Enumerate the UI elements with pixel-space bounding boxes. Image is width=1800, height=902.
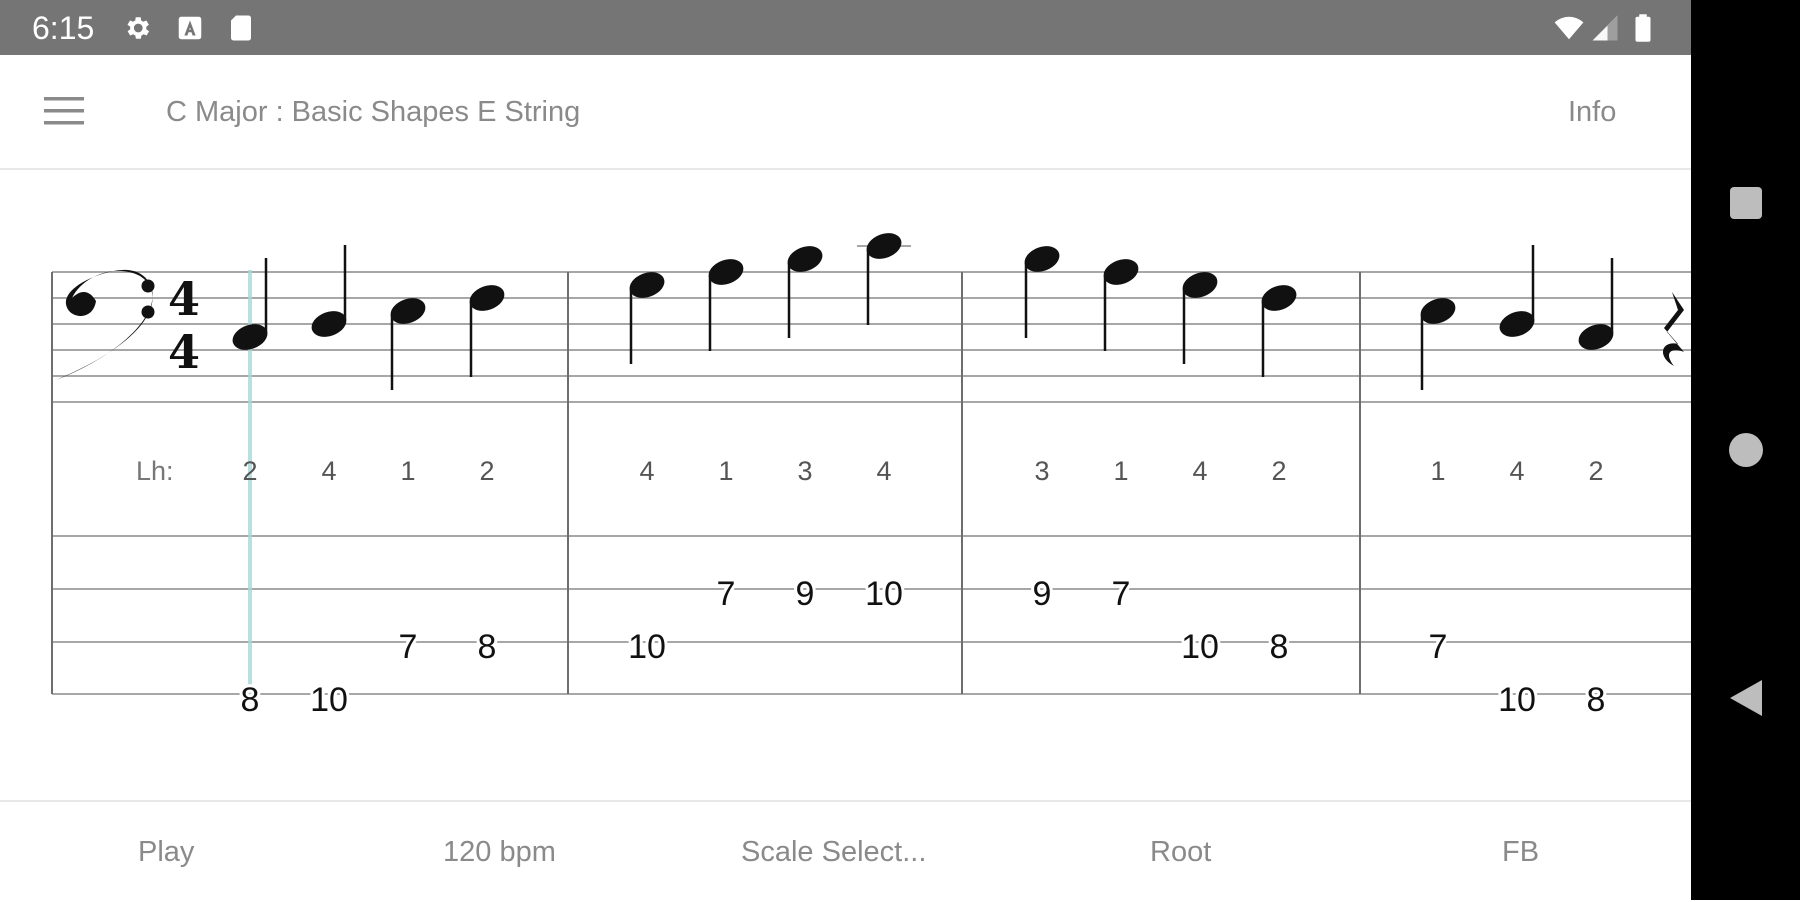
home-button[interactable]: [1728, 432, 1764, 468]
fingering-number: 2: [242, 456, 257, 486]
status-bar: 6:15: [0, 0, 1691, 55]
bass-clef-icon: [56, 269, 155, 380]
fingering-number: 4: [876, 456, 891, 486]
quarter-rest-icon: [1662, 292, 1684, 366]
cell-signal-icon: [1592, 15, 1618, 41]
sd-card-icon: [231, 15, 251, 41]
scale-select-button[interactable]: Scale Select...: [741, 836, 926, 869]
lh-label: Lh:: [136, 456, 174, 486]
page-title: C Major : Basic Shapes E String: [166, 96, 581, 128]
note: [708, 259, 744, 285]
tempo-button[interactable]: 120 bpm: [443, 836, 556, 869]
tab-fret-number: 8: [1270, 628, 1289, 666]
note: [866, 233, 902, 259]
fingering-number: 3: [797, 456, 812, 486]
menu-button[interactable]: [40, 87, 88, 135]
tab-fret-number: 9: [1033, 575, 1052, 613]
tab-staff: [52, 535, 1691, 695]
time-signature-top: 4: [168, 272, 200, 326]
tab-fret-number: 10: [1498, 681, 1536, 719]
info-button[interactable]: Info: [1568, 96, 1616, 129]
back-button[interactable]: [1728, 678, 1764, 716]
recents-square-icon: [1730, 187, 1762, 219]
a-notification-icon: [178, 16, 202, 40]
score-area[interactable]: 4 4 Lh: 2 4 1 2 4 1 3 4 3 1 4 2 1 4 2 8 …: [0, 170, 1691, 800]
tab-fret-number: 9: [796, 575, 815, 613]
staff: [52, 271, 1691, 377]
back-triangle-icon: [1730, 680, 1762, 716]
home-circle-icon: [1729, 433, 1763, 467]
note: [1261, 285, 1297, 311]
tab-fret-number: 8: [1587, 681, 1606, 719]
status-time: 6:15: [32, 10, 95, 46]
fingering-number: 1: [400, 456, 415, 486]
fingering-number: 2: [479, 456, 494, 486]
fingering-number: 4: [321, 456, 336, 486]
app-bar: C Major : Basic Shapes E String Info: [0, 55, 1691, 170]
tab-fret-number: 10: [628, 628, 666, 666]
fingering-number: 1: [1113, 456, 1128, 486]
tab-fret-number: 8: [478, 628, 497, 666]
fingering-number: 4: [1509, 456, 1524, 486]
fingering-number: 2: [1271, 456, 1286, 486]
root-button[interactable]: Root: [1150, 836, 1211, 869]
fingering-number: 1: [1430, 456, 1445, 486]
tab-fret-number: 7: [717, 575, 736, 613]
tab-fret-number: 10: [865, 575, 903, 613]
hamburger-icon: [44, 97, 84, 125]
fingering-row: 2 4 1 2 4 1 3 4 3 1 4 2 1 4 2: [242, 456, 1603, 486]
tab-fret-number: 7: [1429, 628, 1448, 666]
note: [311, 311, 347, 337]
time-signature-bottom: 4: [168, 325, 200, 379]
tab-fret-number: 8: [241, 681, 260, 719]
fingering-number: 4: [1192, 456, 1207, 486]
fretboard-button[interactable]: FB: [1502, 836, 1539, 869]
fingering-number: 1: [718, 456, 733, 486]
battery-icon: [1635, 14, 1651, 42]
tab-fret-number: 10: [1181, 628, 1219, 666]
fingering-number: 4: [639, 456, 654, 486]
tab-fret-number: 7: [1112, 575, 1131, 613]
fingering-number: 2: [1588, 456, 1603, 486]
gear-icon: [127, 17, 150, 39]
tab-numbers: 8 10 7 8 10 7 9 10 9 7 10 8 7 10 8: [238, 572, 1609, 722]
fingering-number: 3: [1034, 456, 1049, 486]
notes: [232, 233, 1614, 390]
recents-button[interactable]: [1728, 185, 1764, 221]
note: [469, 285, 505, 311]
tab-fret-number: 7: [399, 628, 418, 666]
bottom-toolbar: Play 120 bpm Scale Select... Root FB: [0, 800, 1691, 902]
wifi-icon: [1554, 16, 1584, 40]
note: [1499, 311, 1535, 337]
note: [1103, 259, 1139, 285]
play-button[interactable]: Play: [138, 836, 194, 869]
tab-fret-number: 10: [310, 681, 348, 719]
